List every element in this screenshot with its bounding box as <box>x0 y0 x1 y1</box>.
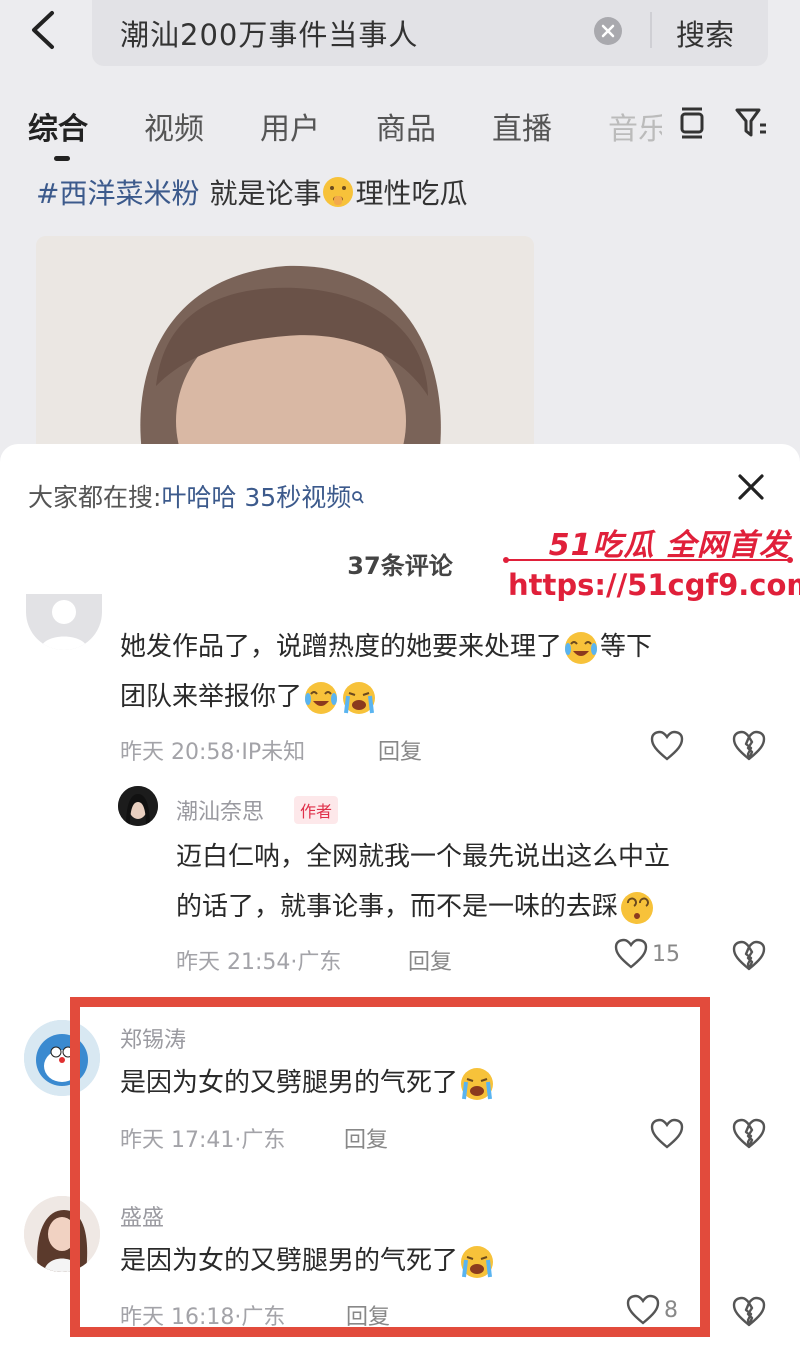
user-photo <box>118 786 158 826</box>
active-tab-indicator <box>54 156 70 161</box>
broken-heart-icon[interactable] <box>732 730 766 762</box>
clear-search-button[interactable] <box>594 17 622 45</box>
tab-users[interactable]: 用户 <box>260 104 320 148</box>
close-icon <box>738 474 764 500</box>
comment-meta: 昨天 20:58·IP未知 <box>120 740 306 765</box>
trending-term[interactable]: 叶哈哈 35秒视频 <box>161 483 351 512</box>
heart-icon[interactable] <box>650 730 684 762</box>
crying-laughing-icon <box>565 631 598 664</box>
loudly-crying-icon <box>343 681 376 714</box>
filter-icon[interactable] <box>734 106 768 140</box>
background-page: 潮汕200万事件当事人 搜索 综合 视频 用户 商品 直播 音乐 #西洋菜米粉 … <box>0 0 800 476</box>
heart-icon <box>614 938 648 969</box>
broken-heart-icon[interactable] <box>732 1118 766 1150</box>
search-button[interactable]: 搜索 <box>676 12 734 54</box>
author-badge: 作者 <box>294 796 339 824</box>
trending-search[interactable]: 大家都在搜:叶哈哈 35秒视频 <box>28 478 365 514</box>
tab-video[interactable]: 视频 <box>144 104 204 148</box>
search-icon <box>352 491 364 504</box>
comment-meta: 昨天 21:54·广东 <box>176 950 342 975</box>
dizzy-face-icon <box>621 891 654 924</box>
top-bar: 潮汕200万事件当事人 搜索 <box>0 0 800 70</box>
post-caption: #西洋菜米粉 就是论事 理性吃瓜 <box>36 172 468 212</box>
username[interactable]: 潮汕奈思 <box>176 794 264 826</box>
crying-laughing-icon <box>305 681 338 714</box>
avatar[interactable] <box>26 594 102 650</box>
avatar[interactable] <box>118 786 158 826</box>
highlight-box <box>70 997 710 1337</box>
reply-button[interactable]: 回复 <box>378 734 422 766</box>
tab-live[interactable]: 直播 <box>492 104 552 148</box>
search-input[interactable]: 潮汕200万事件当事人 <box>120 12 418 54</box>
comment-text: 迈白仁呐，全网就我一个最先说出这么中立 的话了，就事论事，而不是一味的去踩 <box>176 832 670 932</box>
video-thumbnail[interactable] <box>36 236 534 476</box>
like-button[interactable]: 15 <box>614 938 680 970</box>
watermark-line-decoration <box>503 557 793 563</box>
layout-toggle-icon[interactable] <box>678 106 706 140</box>
close-icon <box>601 24 615 38</box>
comment-text-line: 迈白仁呐，全网就我一个最先说出这么中立 <box>176 842 671 872</box>
comment-text-line: 她发作品了，说蹭热度的她要来处理了 <box>120 632 563 662</box>
caption-text-end: 理性吃瓜 <box>355 177 468 210</box>
broken-heart-icon[interactable] <box>732 940 766 972</box>
comment-text-line: 等下 <box>600 632 653 662</box>
back-button[interactable] <box>22 8 62 52</box>
caption-text-start: 就是论事 <box>209 177 322 210</box>
watermark-url: https://51cgf9.com <box>508 568 800 602</box>
back-icon <box>32 11 54 49</box>
shush-face-icon <box>323 177 354 207</box>
comment-text-line: 团队来举报你了 <box>120 682 303 712</box>
search-box[interactable]: 潮汕200万事件当事人 搜索 <box>92 0 768 66</box>
watermark: 51吃瓜 全网首发 https://51cgf9.com <box>500 520 800 610</box>
like-count: 15 <box>652 941 680 967</box>
search-divider <box>650 12 652 48</box>
comment-text: 她发作品了，说蹭热度的她要来处理了 等下 团队来举报你了 <box>120 622 652 722</box>
portrait-image <box>36 236 534 476</box>
comment-text-line: 的话了，就事论事，而不是一味的去踩 <box>176 892 619 922</box>
default-avatar-icon <box>40 600 88 650</box>
close-sheet-button[interactable] <box>734 470 768 504</box>
reply-button[interactable]: 回复 <box>408 944 452 976</box>
search-tabs: 综合 视频 用户 商品 直播 音乐 <box>0 100 800 161</box>
trending-prefix: 大家都在搜: <box>28 483 162 512</box>
hashtag-link[interactable]: #西洋菜米粉 <box>36 172 199 212</box>
broken-heart-icon[interactable] <box>732 1296 766 1328</box>
comment-sheet: 大家都在搜:叶哈哈 35秒视频 37条评论 51吃瓜 全网首发 https://… <box>0 444 800 1355</box>
tab-music[interactable]: 音乐 <box>608 104 662 148</box>
tab-products[interactable]: 商品 <box>376 104 436 148</box>
tab-comprehensive[interactable]: 综合 <box>28 104 88 148</box>
